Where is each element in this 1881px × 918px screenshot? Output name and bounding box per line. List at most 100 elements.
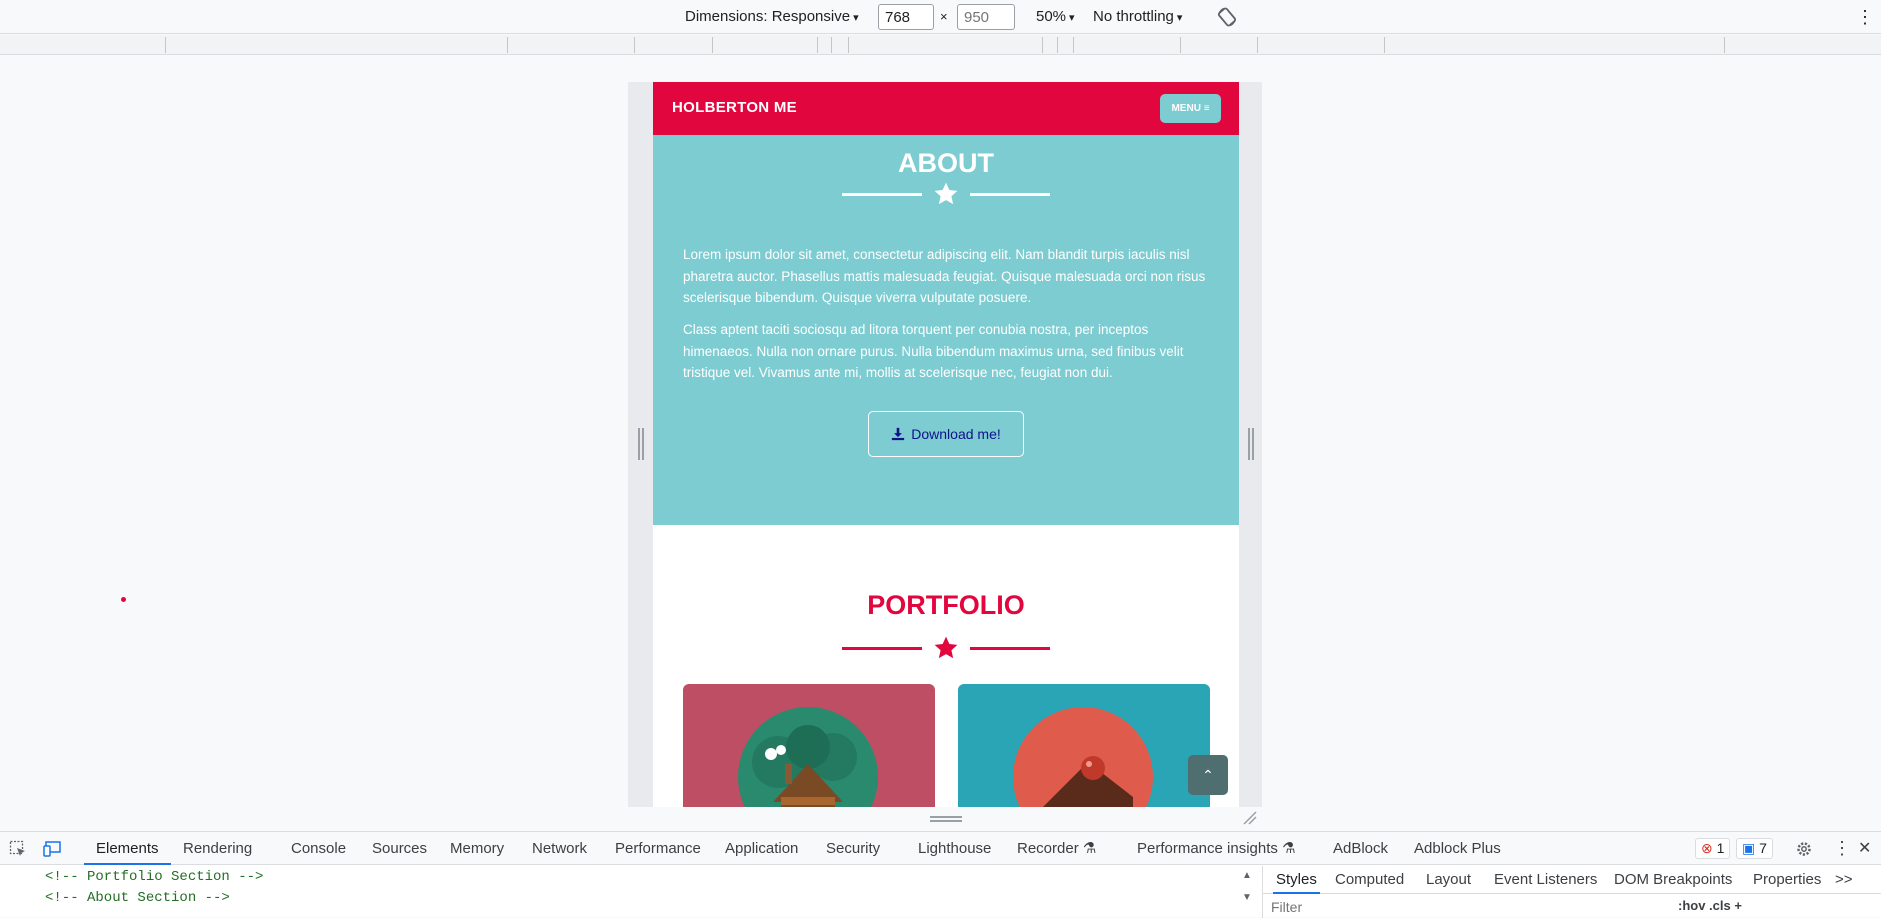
- ruler-segment[interactable]: [1384, 37, 1385, 53]
- tab-adblock[interactable]: AdBlock: [1333, 832, 1388, 865]
- about-divider: [653, 181, 1239, 207]
- download-button[interactable]: Download me!: [868, 411, 1024, 457]
- scroll-down-icon[interactable]: ▼: [1242, 892, 1252, 903]
- cake-icon: [1013, 707, 1153, 807]
- menu-button[interactable]: MENU ≡: [1160, 94, 1221, 123]
- portfolio-card[interactable]: [683, 684, 935, 807]
- throttling-dropdown[interactable]: No throttling ▾: [1093, 0, 1182, 34]
- tab-console[interactable]: Console: [291, 832, 346, 865]
- star-icon: [934, 182, 958, 205]
- chevron-down-icon: ▾: [853, 12, 859, 24]
- tab-layout[interactable]: Layout: [1426, 866, 1471, 894]
- flask-icon: ⚗: [1082, 840, 1097, 857]
- width-input[interactable]: [878, 4, 934, 30]
- devtools-panel: Elements Rendering Console Sources Memor…: [0, 831, 1881, 918]
- tab-dom-breakpoints[interactable]: DOM Breakpoints: [1614, 866, 1732, 894]
- emulated-page: HOLBERTON ME MENU ≡ ABOUT Lorem ipsum do…: [653, 82, 1239, 807]
- ruler-segment[interactable]: [1180, 37, 1181, 53]
- ruler-segment[interactable]: [1042, 37, 1043, 53]
- devtools-tabbar: Elements Rendering Console Sources Memor…: [0, 832, 1881, 865]
- ruler-segment[interactable]: [712, 37, 713, 53]
- portfolio-card[interactable]: [958, 684, 1210, 807]
- styles-tabbar: Styles Computed Layout Event Listeners D…: [1263, 866, 1881, 894]
- site-brand[interactable]: HOLBERTON ME: [672, 99, 797, 116]
- tab-elements[interactable]: Elements: [84, 832, 171, 865]
- ruler-segment[interactable]: [1073, 37, 1074, 53]
- zoom-dropdown[interactable]: 50% ▾: [1036, 0, 1075, 34]
- ruler-segment[interactable]: [1724, 37, 1725, 53]
- styles-filter-tools[interactable]: :hov .cls +: [1678, 898, 1742, 913]
- errors-count: 1: [1716, 840, 1725, 856]
- chevron-down-icon: ▾: [1176, 12, 1183, 24]
- more-tabs-chevron-icon[interactable]: >>: [1835, 866, 1853, 894]
- ruler-segment[interactable]: [817, 37, 818, 53]
- inspect-element-icon[interactable]: [9, 840, 27, 858]
- dom-comment-line[interactable]: <!-- About Section -->: [45, 890, 230, 906]
- tab-computed[interactable]: Computed: [1335, 866, 1404, 894]
- dom-tree[interactable]: <!-- Portfolio Section --> <!-- About Se…: [0, 866, 1260, 918]
- tab-properties[interactable]: Properties: [1753, 866, 1821, 894]
- scroll-up-icon[interactable]: ▲: [1242, 870, 1252, 881]
- portfolio-divider: [653, 635, 1239, 661]
- tab-sources[interactable]: Sources: [372, 832, 427, 865]
- rotate-icon[interactable]: [1216, 6, 1238, 28]
- ruler-segment[interactable]: [165, 37, 166, 53]
- dom-scrollbar[interactable]: ▲ ▼: [1237, 866, 1257, 918]
- height-input[interactable]: [957, 4, 1015, 30]
- ruler-segment[interactable]: [634, 37, 635, 53]
- dom-comment-line[interactable]: <!-- Portfolio Section -->: [45, 869, 263, 885]
- device-toggle-icon[interactable]: [43, 840, 61, 858]
- recorder-label: Recorder: [1017, 840, 1079, 857]
- tab-recorder[interactable]: Recorder ⚗: [1017, 832, 1096, 865]
- divider-line: [842, 193, 922, 196]
- ruler-segment[interactable]: [848, 37, 849, 53]
- portfolio-title: PORTFOLIO: [867, 590, 1025, 620]
- ruler-segment[interactable]: [507, 37, 508, 53]
- more-options-icon[interactable]: ⋮: [1856, 0, 1874, 34]
- ruler-segment[interactable]: [1257, 37, 1258, 53]
- throttling-label: No throttling: [1093, 8, 1174, 25]
- ruler-segment[interactable]: [1057, 37, 1058, 53]
- error-icon: ⊗: [1701, 840, 1713, 856]
- scroll-to-top-button[interactable]: ⌃: [1188, 755, 1228, 795]
- chevron-down-icon: ▾: [1069, 12, 1075, 24]
- about-paragraph: Class aptent taciti sociosqu ad litora t…: [683, 322, 1184, 380]
- messages-count: 7: [1759, 840, 1767, 856]
- divider-line: [970, 647, 1050, 650]
- dimensions-label: Dimensions: Responsive: [685, 8, 851, 25]
- tab-event-listeners[interactable]: Event Listeners: [1494, 866, 1597, 894]
- download-icon: [892, 427, 905, 441]
- divider-line: [970, 193, 1050, 196]
- close-icon[interactable]: ✕: [1858, 832, 1871, 865]
- resize-corner-icon[interactable]: [1242, 810, 1258, 826]
- tab-performance[interactable]: Performance: [615, 832, 701, 865]
- errors-badge[interactable]: ⊗ 1: [1695, 838, 1731, 859]
- tab-adblock-plus[interactable]: Adblock Plus: [1414, 832, 1501, 865]
- tab-rendering[interactable]: Rendering: [183, 832, 252, 865]
- star-icon: [934, 636, 958, 659]
- message-icon: ▣: [1742, 840, 1756, 856]
- ruler-segment[interactable]: [831, 37, 832, 53]
- media-query-ruler[interactable]: [0, 35, 1881, 55]
- tab-performance-insights[interactable]: Performance insights ⚗: [1137, 832, 1296, 865]
- messages-badge[interactable]: ▣ 7: [1736, 838, 1773, 859]
- about-section: ABOUT Lorem ipsum dolor sit amet, consec…: [653, 135, 1239, 525]
- tab-network[interactable]: Network: [532, 832, 587, 865]
- zoom-label: 50%: [1036, 8, 1067, 25]
- cabin-icon: [738, 707, 878, 807]
- tab-lighthouse[interactable]: Lighthouse: [918, 832, 991, 865]
- devtools-more-icon[interactable]: ⋮: [1833, 832, 1851, 865]
- bottom-resize-handle[interactable]: [930, 816, 962, 822]
- settings-gear-icon[interactable]: [1795, 840, 1813, 858]
- styles-pane: Styles Computed Layout Event Listeners D…: [1262, 866, 1881, 918]
- tab-styles[interactable]: Styles: [1273, 866, 1320, 894]
- left-resize-handle[interactable]: [638, 428, 644, 460]
- dimensions-dropdown[interactable]: Dimensions: Responsive ▾: [685, 0, 859, 34]
- flask-icon: ⚗: [1282, 840, 1296, 857]
- right-resize-handle[interactable]: [1248, 428, 1254, 460]
- styles-filter-input[interactable]: [1271, 898, 1571, 916]
- tab-application[interactable]: Application: [725, 832, 798, 865]
- tab-memory[interactable]: Memory: [450, 832, 504, 865]
- tab-security[interactable]: Security: [826, 832, 880, 865]
- site-navbar: HOLBERTON ME MENU ≡: [653, 82, 1239, 135]
